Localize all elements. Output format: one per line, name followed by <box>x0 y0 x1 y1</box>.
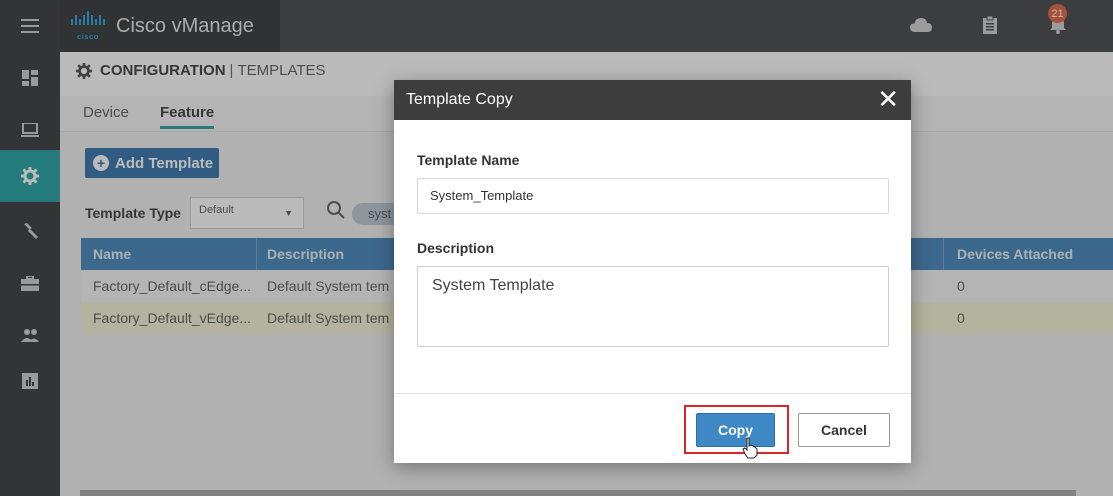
close-icon[interactable]: ✕ <box>877 86 899 112</box>
description-label: Description <box>417 240 495 256</box>
dialog-title: Template Copy <box>406 91 513 108</box>
description-textarea[interactable]: System Template <box>417 266 889 347</box>
dialog-header: Template Copy ✕ <box>394 80 911 120</box>
template-name-input[interactable]: System_Template <box>417 178 889 214</box>
template-copy-dialog: Template Copy ✕ Template Name System_Tem… <box>394 80 911 463</box>
hand-cursor-icon <box>742 437 758 462</box>
copy-button[interactable]: Copy <box>696 413 775 447</box>
template-name-label: Template Name <box>417 152 520 168</box>
cancel-button[interactable]: Cancel <box>798 413 890 447</box>
